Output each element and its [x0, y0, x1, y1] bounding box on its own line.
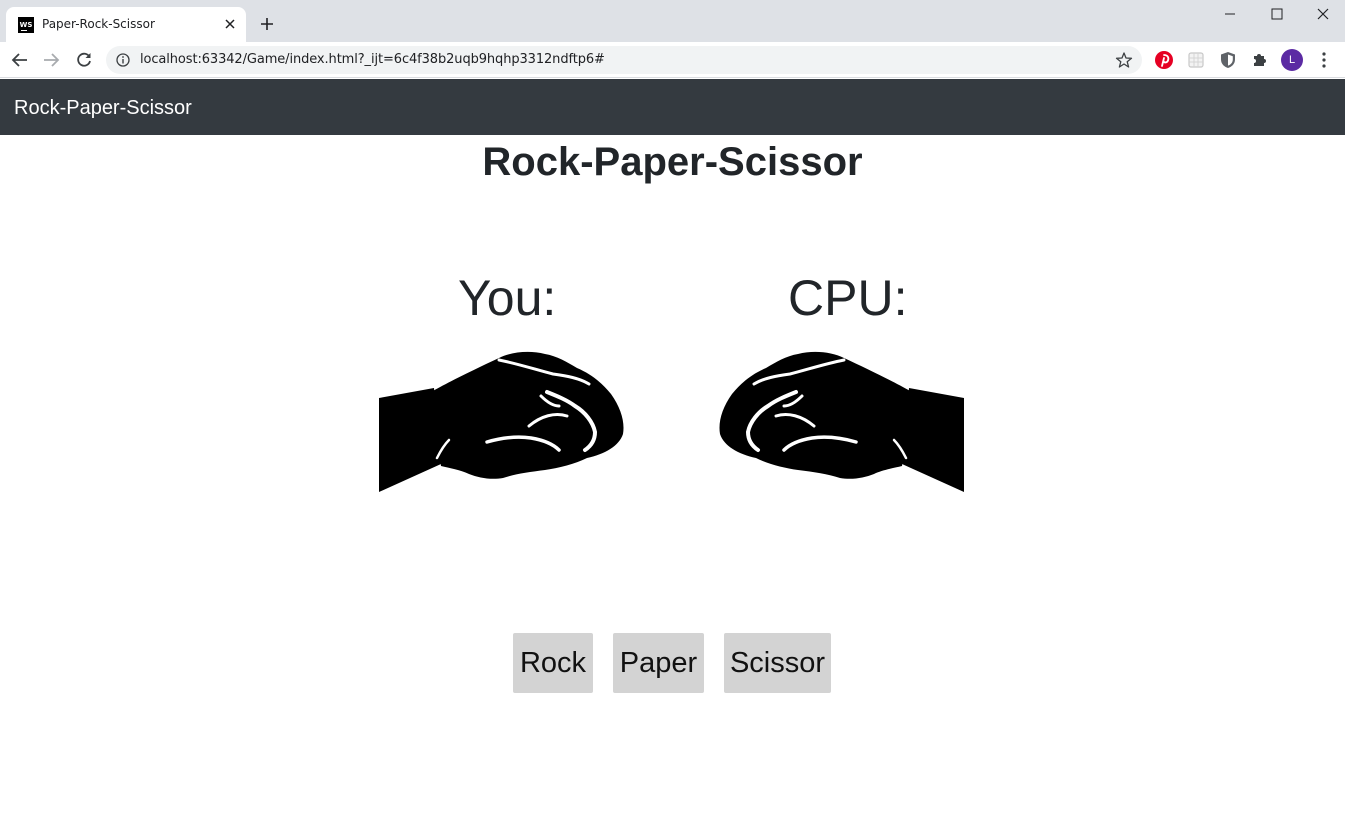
- cpu-label: CPU:: [788, 270, 908, 326]
- close-tab-icon[interactable]: [222, 16, 238, 32]
- navbar: Rock-Paper-Scissor: [0, 79, 1345, 135]
- browser-toolbar: localhost:63342/Game/index.html?_ijt=6c4…: [0, 42, 1345, 78]
- shield-icon[interactable]: [1218, 50, 1238, 70]
- minimize-icon[interactable]: [1207, 4, 1253, 26]
- scissor-button[interactable]: Scissor: [724, 633, 831, 693]
- bookmark-star-icon[interactable]: [1115, 51, 1133, 69]
- pinterest-icon[interactable]: [1154, 50, 1174, 70]
- forward-arrow-icon[interactable]: [41, 50, 61, 70]
- extension-grid-icon[interactable]: [1186, 50, 1206, 70]
- new-tab-icon[interactable]: [258, 15, 276, 33]
- paper-button[interactable]: Paper: [613, 633, 704, 693]
- page-title: Rock-Paper-Scissor: [482, 140, 863, 184]
- url-text: localhost:63342/Game/index.html?_ijt=6c4…: [140, 52, 605, 67]
- site-info-icon[interactable]: [116, 53, 130, 67]
- browser-menu-icon[interactable]: [1316, 50, 1332, 70]
- tab-title: Paper-Rock-Scissor: [42, 17, 155, 31]
- browser-tabstrip: WS Paper-Rock-Scissor: [0, 0, 1345, 42]
- navbar-brand-link[interactable]: Rock-Paper-Scissor: [14, 96, 192, 120]
- rock-fist-icon: [379, 351, 624, 492]
- window-close-icon[interactable]: [1299, 4, 1345, 26]
- rock-button[interactable]: Rock: [513, 633, 593, 693]
- rock-fist-icon: [719, 351, 964, 492]
- browser-tab[interactable]: WS Paper-Rock-Scissor: [6, 7, 246, 42]
- address-bar[interactable]: localhost:63342/Game/index.html?_ijt=6c4…: [106, 46, 1142, 74]
- profile-avatar[interactable]: L: [1281, 49, 1303, 71]
- back-arrow-icon[interactable]: [10, 50, 30, 70]
- you-label: You:: [458, 270, 557, 326]
- maximize-icon[interactable]: [1253, 4, 1299, 26]
- webstorm-favicon-icon: WS: [18, 17, 34, 33]
- extensions-puzzle-icon[interactable]: [1250, 50, 1270, 70]
- reload-icon[interactable]: [74, 50, 94, 70]
